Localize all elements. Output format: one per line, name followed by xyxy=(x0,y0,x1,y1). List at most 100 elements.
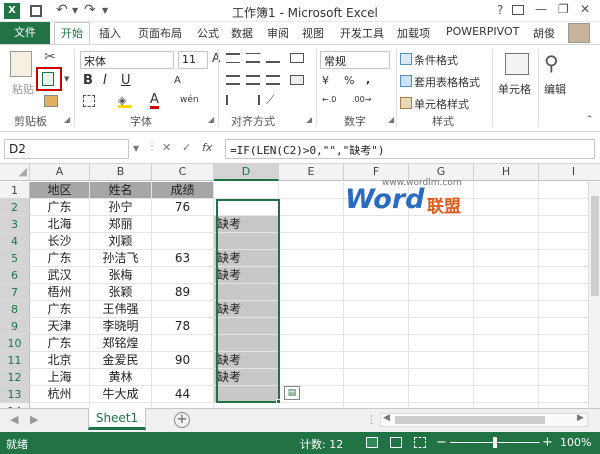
name-box[interactable]: D2 xyxy=(4,139,129,159)
cell-d1[interactable] xyxy=(214,182,279,199)
insert-function-button[interactable]: fx xyxy=(202,141,212,154)
page-break-view-icon[interactable] xyxy=(414,437,426,448)
cells-button[interactable]: 单元格 xyxy=(498,81,531,97)
row-header-8[interactable]: 8 xyxy=(0,301,30,318)
cell-h9[interactable] xyxy=(474,318,539,335)
collapse-ribbon-icon[interactable]: ⌃ xyxy=(586,115,594,125)
cell-b1[interactable]: 姓名 xyxy=(90,182,152,199)
row-header-12[interactable]: 12 xyxy=(0,369,30,386)
cell-a13[interactable]: 杭州 xyxy=(30,386,90,403)
row-header-5[interactable]: 5 xyxy=(0,250,30,267)
scroll-tabs-left-icon[interactable]: ◀ xyxy=(10,413,18,426)
user-name[interactable]: 胡俊 xyxy=(533,25,555,41)
redo-icon[interactable]: ↷ xyxy=(84,2,96,18)
tab-addins[interactable]: 加载项 xyxy=(397,25,430,41)
cell-e2[interactable] xyxy=(279,199,344,216)
cell-g9[interactable] xyxy=(409,318,474,335)
cell-h7[interactable] xyxy=(474,284,539,301)
cell-c12[interactable] xyxy=(152,369,214,386)
cell-e10[interactable] xyxy=(279,335,344,352)
fill-handle[interactable] xyxy=(276,399,281,404)
zoom-slider-thumb[interactable] xyxy=(493,437,497,448)
row-header-2[interactable]: 2 xyxy=(0,199,30,216)
cell-g6[interactable] xyxy=(409,267,474,284)
font-name-combo[interactable]: 宋体 xyxy=(80,51,174,69)
row-header-4[interactable]: 4 xyxy=(0,233,30,250)
horizontal-scrollbar[interactable]: ◀ ▶ xyxy=(380,413,588,427)
format-painter-icon[interactable] xyxy=(44,95,58,107)
cell-c6[interactable] xyxy=(152,267,214,284)
zoom-out-button[interactable]: − xyxy=(436,435,447,450)
cell-g10[interactable] xyxy=(409,335,474,352)
cell-e1[interactable] xyxy=(279,182,344,199)
row-header-1[interactable]: 1 xyxy=(0,182,30,199)
cell-styles-button[interactable]: 单元格样式 xyxy=(414,96,469,112)
cell-f4[interactable] xyxy=(344,233,409,250)
cell-a11[interactable]: 北京 xyxy=(30,352,90,369)
borders-icon[interactable] xyxy=(83,95,95,107)
cell-g13[interactable] xyxy=(409,386,474,403)
cell-h5[interactable] xyxy=(474,250,539,267)
row-header-3[interactable]: 3 xyxy=(0,216,30,233)
normal-view-icon[interactable] xyxy=(366,437,378,448)
zoom-in-button[interactable]: + xyxy=(542,435,553,450)
font-size-combo[interactable]: 11 xyxy=(178,51,208,69)
editing-button[interactable]: 编辑 xyxy=(544,81,566,97)
cell-e11[interactable] xyxy=(279,352,344,369)
cell-g3[interactable] xyxy=(409,216,474,233)
number-format-combo[interactable]: 常规 xyxy=(320,51,390,69)
cell-f8[interactable] xyxy=(344,301,409,318)
cell-f3[interactable] xyxy=(344,216,409,233)
conditional-format-button[interactable]: 条件格式 xyxy=(414,52,458,68)
wrap-text-icon[interactable] xyxy=(290,53,304,63)
align-right-icon[interactable] xyxy=(266,75,280,85)
cell-b12[interactable]: 黄林 xyxy=(90,369,152,386)
row-header-6[interactable]: 6 xyxy=(0,267,30,284)
cell-c2[interactable]: 76 xyxy=(152,199,214,216)
cell-a10[interactable]: 广东 xyxy=(30,335,90,352)
cell-b3[interactable]: 郑丽 xyxy=(90,216,152,233)
cell-f11[interactable] xyxy=(344,352,409,369)
column-header-a[interactable]: A xyxy=(30,164,90,181)
cell-g8[interactable] xyxy=(409,301,474,318)
cell-h4[interactable] xyxy=(474,233,539,250)
cell-e7[interactable] xyxy=(279,284,344,301)
cell-b4[interactable]: 刘颖 xyxy=(90,233,152,250)
cell-f9[interactable] xyxy=(344,318,409,335)
help-button[interactable]: ? xyxy=(497,3,503,17)
cell-g11[interactable] xyxy=(409,352,474,369)
ribbon-display-options-icon[interactable] xyxy=(512,5,524,15)
cell-b2[interactable]: 孙宁 xyxy=(90,199,152,216)
cell-b11[interactable]: 金爱民 xyxy=(90,352,152,369)
cell-e4[interactable] xyxy=(279,233,344,250)
cell-e3[interactable] xyxy=(279,216,344,233)
restore-button[interactable]: ❐ xyxy=(558,2,569,16)
cell-b9[interactable]: 李晓明 xyxy=(90,318,152,335)
cell-b10[interactable]: 郑铭煌 xyxy=(90,335,152,352)
copy-icon[interactable] xyxy=(36,67,62,91)
tab-developer[interactable]: 开发工具 xyxy=(340,25,384,41)
cell-a1[interactable]: 地区 xyxy=(30,182,90,199)
italic-button[interactable]: I xyxy=(103,73,107,88)
cell-c7[interactable]: 89 xyxy=(152,284,214,301)
sheet-tab-sheet1[interactable]: Sheet1 xyxy=(88,408,146,430)
column-header-h[interactable]: H xyxy=(474,164,539,181)
copy-dropdown-icon[interactable]: ▼ xyxy=(64,75,69,83)
cell-h13[interactable] xyxy=(474,386,539,403)
cell-e5[interactable] xyxy=(279,250,344,267)
cell-c1[interactable]: 成绩 xyxy=(152,182,214,199)
fill-color-icon[interactable]: ◈ xyxy=(118,94,132,108)
bottom-align-icon[interactable] xyxy=(266,53,280,63)
name-box-dropdown-icon[interactable]: ▼ xyxy=(133,144,139,153)
cell-b13[interactable]: 牛大成 xyxy=(90,386,152,403)
cut-icon[interactable]: ✂ xyxy=(44,49,56,65)
cell-h11[interactable] xyxy=(474,352,539,369)
cell-c10[interactable] xyxy=(152,335,214,352)
cancel-entry-button[interactable]: ✕ xyxy=(162,141,171,154)
cell-h3[interactable] xyxy=(474,216,539,233)
cell-e9[interactable] xyxy=(279,318,344,335)
row-header-10[interactable]: 10 xyxy=(0,335,30,352)
decrease-indent-icon[interactable] xyxy=(226,95,240,105)
tab-file[interactable]: 文件 xyxy=(0,22,50,44)
underline-button[interactable]: U xyxy=(121,73,131,88)
